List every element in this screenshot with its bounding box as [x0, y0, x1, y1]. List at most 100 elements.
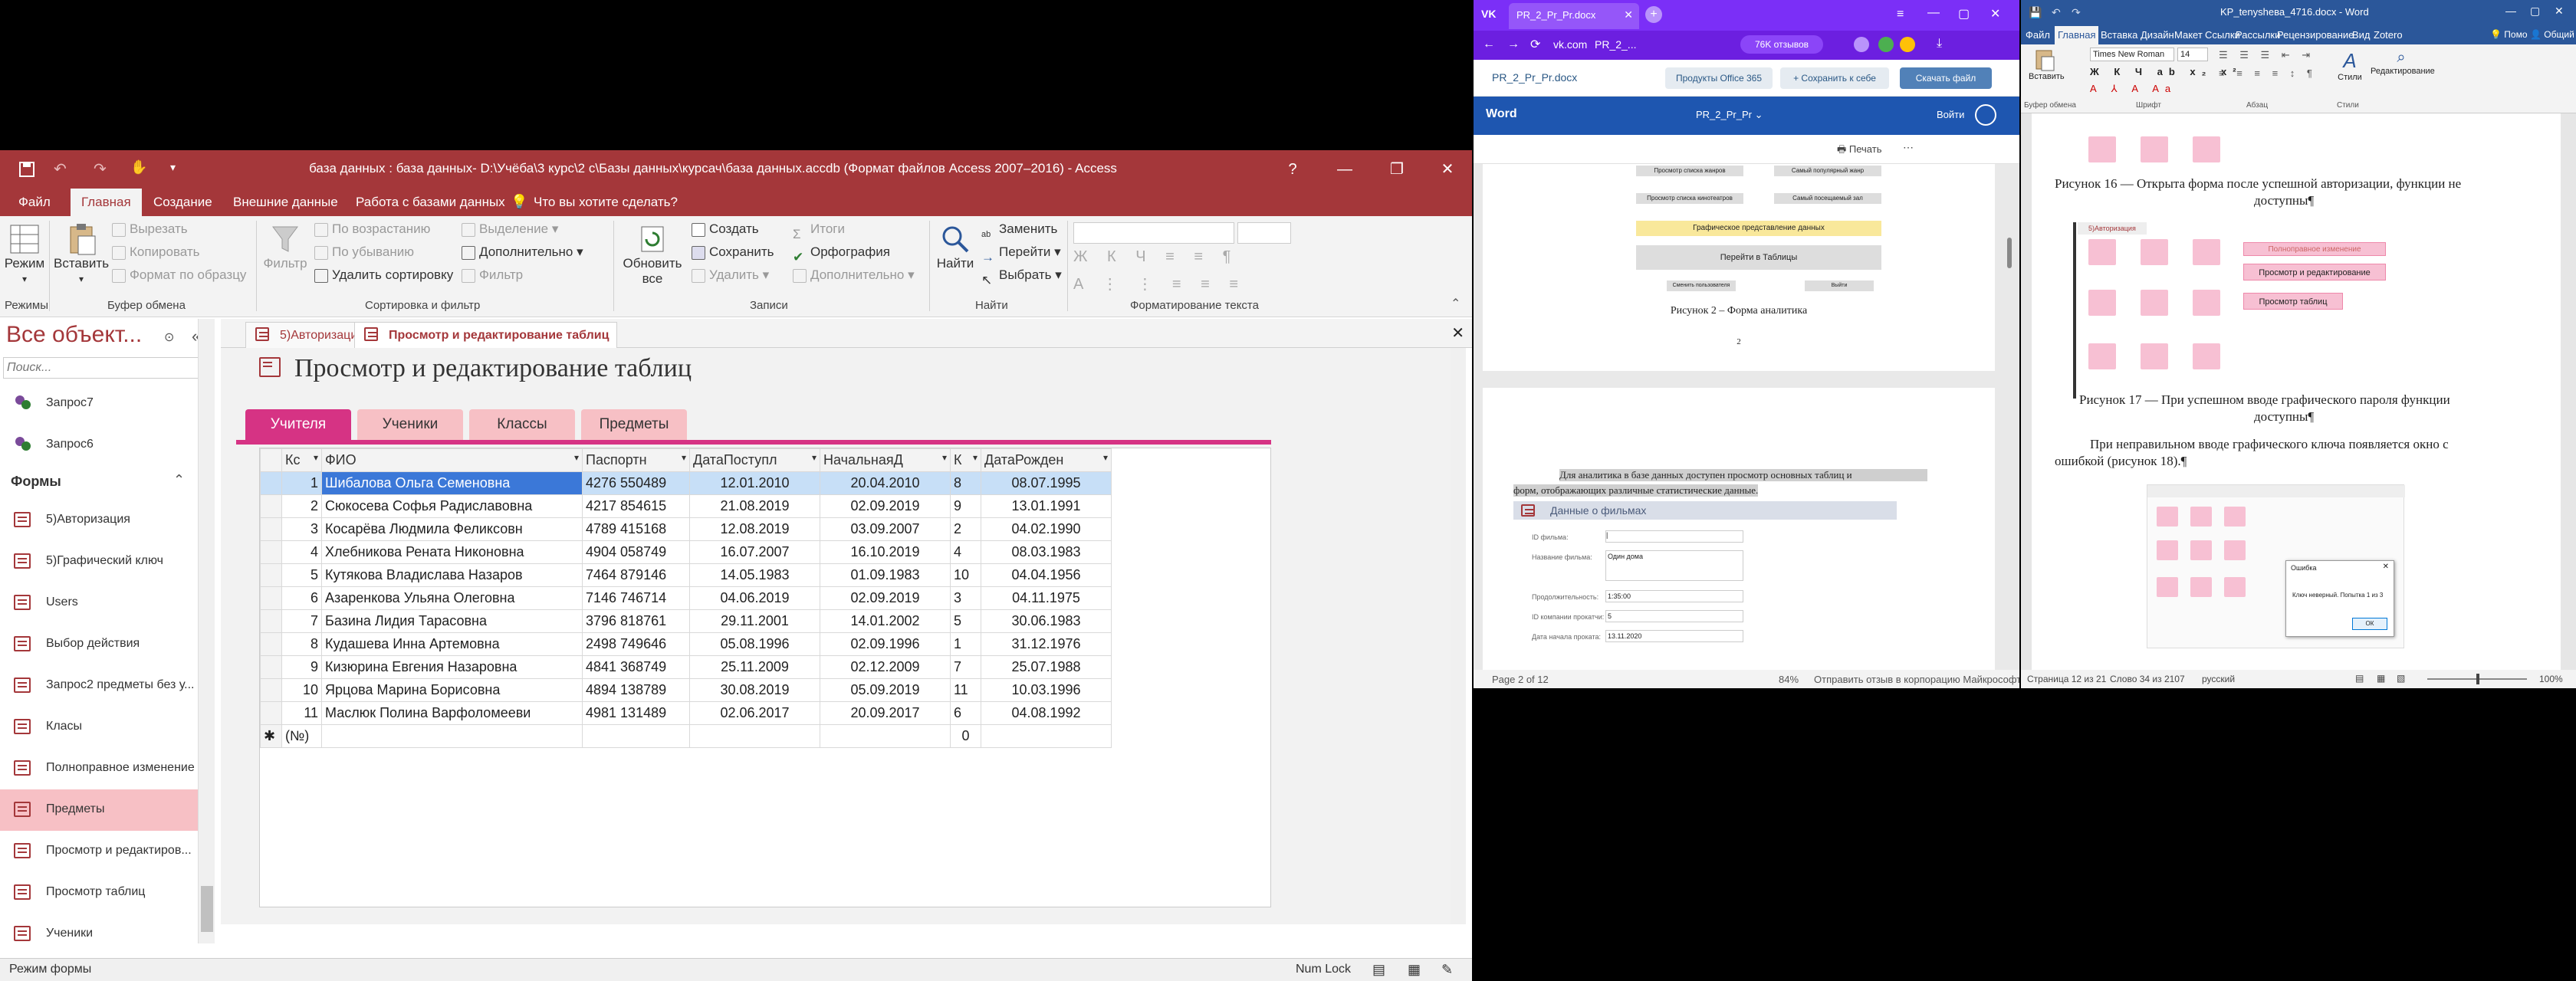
table-cell[interactable]: 8	[281, 632, 322, 656]
table-cell[interactable]: 02.09.2019	[820, 586, 951, 610]
nav-item-form[interactable]: Users	[0, 582, 198, 624]
table-row[interactable]: 5 Кутякова Владислава Назаров 7464 879146 1…	[260, 563, 1112, 587]
row-selector[interactable]	[260, 494, 282, 518]
table-cell[interactable]	[582, 724, 690, 748]
column-header[interactable]: Кс ▾	[281, 448, 322, 472]
table-cell[interactable]: 10.03.1996	[981, 678, 1112, 702]
table-cell[interactable]: 02.12.2009	[820, 655, 951, 679]
doc-tab-view-edit[interactable]: Просмотр и редактирование таблиц	[354, 322, 618, 348]
restore-icon[interactable]: ▢	[2530, 5, 2540, 18]
table-cell[interactable]: 0	[950, 724, 981, 748]
table-cell[interactable]: Маслюк Полина Варфоломееви	[321, 701, 583, 725]
table-cell[interactable]: 7146 746714	[582, 586, 690, 610]
table-cell[interactable]: 11	[950, 678, 981, 702]
table-cell[interactable]: 12.01.2010	[689, 471, 820, 495]
nav-item-form[interactable]: Ученики	[0, 914, 198, 955]
table-cell[interactable]: 21.08.2019	[689, 494, 820, 518]
reviews-badge[interactable]: 76K отзывов	[1740, 35, 1823, 54]
table-cell[interactable]: 2	[950, 517, 981, 541]
zoom-slider[interactable]	[2427, 674, 2527, 684]
table-row[interactable]: 3 Косарёва Людмила Феликсовн 4789 415168 12…	[260, 517, 1112, 541]
sort-ascending-button[interactable]: По возрастанию	[314, 218, 430, 241]
table-cell[interactable]: 9	[281, 655, 322, 679]
nav-scrollbar[interactable]	[198, 319, 215, 943]
row-selector[interactable]	[260, 678, 282, 702]
undo-icon[interactable]: ↶	[2052, 6, 2061, 19]
table-cell[interactable]: 02.09.1996	[820, 632, 951, 656]
paste-button[interactable]: Вставить ▾	[54, 222, 109, 287]
user-avatar-icon[interactable]	[1975, 104, 1996, 126]
save-icon[interactable]	[18, 161, 35, 178]
row-selector[interactable]	[260, 609, 282, 633]
chevron-down-icon[interactable]: ⊙	[164, 330, 174, 345]
table-cell[interactable]: 20.04.2010	[820, 471, 951, 495]
save-icon[interactable]: 💾	[2029, 6, 2042, 19]
office-products-button[interactable]: Продукты Office 365	[1665, 67, 1773, 89]
table-cell[interactable]: 5	[281, 563, 322, 587]
paste-button[interactable]: Вставить	[2029, 48, 2065, 81]
zoom-slider-thumb[interactable]	[2476, 674, 2479, 684]
table-cell[interactable]: 13.01.1991	[981, 494, 1112, 518]
table-cell[interactable]: 01.09.1983	[820, 563, 951, 587]
table-cell[interactable]: 8	[950, 471, 981, 495]
table-cell[interactable]: 30.06.1983	[981, 609, 1112, 633]
column-header[interactable]: ФИО ▾	[321, 448, 583, 472]
row-selector[interactable]	[260, 655, 282, 679]
table-cell[interactable]	[321, 724, 583, 748]
row-selector[interactable]	[260, 632, 282, 656]
new-record-button[interactable]: Создать	[692, 218, 759, 241]
table-cell[interactable]: 31.12.1976	[981, 632, 1112, 656]
tell-me-input[interactable]: 💡 Помо	[2490, 29, 2528, 40]
table-cell[interactable]: 4	[281, 540, 322, 564]
table-cell[interactable]: 14.01.2002	[820, 609, 951, 633]
collapse-ribbon-icon[interactable]: ⌃	[1451, 296, 1460, 311]
word-tab[interactable]: Файл	[2022, 26, 2053, 44]
table-cell[interactable]: 3	[281, 517, 322, 541]
chevron-down-icon[interactable]: ▾	[574, 452, 579, 463]
close-tab-icon[interactable]: ✕	[1451, 323, 1464, 343]
table-cell[interactable]: 08.03.1983	[981, 540, 1112, 564]
table-cell[interactable]: 4904 058749	[582, 540, 690, 564]
tab-classes[interactable]: Классы	[469, 409, 575, 440]
table-cell[interactable]: Кудашева Инна Артемовна	[321, 632, 583, 656]
nav-item-form[interactable]: 5)Авторизация	[0, 500, 198, 541]
form-view-icon[interactable]: ▤	[1372, 962, 1385, 978]
selection-button[interactable]: Выделение ▾	[462, 218, 558, 241]
undo-icon[interactable]: ↶	[54, 159, 67, 179]
table-cell[interactable]: 9	[950, 494, 981, 518]
save-to-profile-button[interactable]: + Сохранить к себе	[1780, 67, 1889, 89]
remove-sort-button[interactable]: Удалить сортировку	[314, 264, 453, 287]
table-cell[interactable]: 20.09.2017	[820, 701, 951, 725]
zoom-level[interactable]: 84%	[1779, 674, 1799, 685]
nav-item-form[interactable]: Полноправное изменение	[0, 748, 198, 789]
sort-descending-button[interactable]: По убыванию	[314, 241, 414, 264]
column-header[interactable]: Паспортн ▾	[582, 448, 690, 472]
refresh-all-button[interactable]: Обновить все	[618, 222, 687, 287]
table-cell[interactable]: 2	[281, 494, 322, 518]
row-selector[interactable]	[260, 471, 282, 495]
table-cell[interactable]: 4841 368749	[582, 655, 690, 679]
paragraph-controls[interactable]: ☰ ☰ ☰ ⇤ ⇥	[2219, 49, 2315, 61]
table-cell[interactable]: 02.09.2019	[820, 494, 951, 518]
table-cell[interactable]: 4894 138789	[582, 678, 690, 702]
download-file-button[interactable]: Скачать файл	[1900, 67, 1992, 89]
chevron-down-icon[interactable]: ▾	[682, 452, 686, 463]
table-row[interactable]: 4 Хлебникова Рената Никоновна 4904 058749 1…	[260, 540, 1112, 564]
new-record-row[interactable]: ✱ (№) 0	[260, 724, 1112, 748]
language-status[interactable]: русский	[2202, 674, 2235, 684]
filter-button[interactable]: Фильтр	[262, 222, 308, 271]
chevron-down-icon[interactable]: ▾	[973, 452, 978, 463]
table-cell[interactable]: 5	[950, 609, 981, 633]
table-cell[interactable]: 3796 818761	[582, 609, 690, 633]
table-cell[interactable]: 2498 749646	[582, 632, 690, 656]
table-cell[interactable]: Ярцова Марина Борисовна	[321, 678, 583, 702]
customize-qat-icon[interactable]: ▾	[170, 161, 176, 174]
text-format-controls[interactable]: Ж К Ч ≡ ≡ ¶	[1073, 248, 1238, 266]
table-cell[interactable]: 4981 131489	[582, 701, 690, 725]
forward-icon[interactable]: →	[1507, 38, 1520, 51]
minimize-icon[interactable]: —	[1927, 6, 1940, 20]
tab-file[interactable]: Файл	[8, 189, 61, 216]
url-host[interactable]: vk.com	[1553, 38, 1587, 51]
tab-database-tools[interactable]: Работа с базами данных	[345, 189, 516, 216]
table-cell[interactable]: 11	[281, 701, 322, 725]
